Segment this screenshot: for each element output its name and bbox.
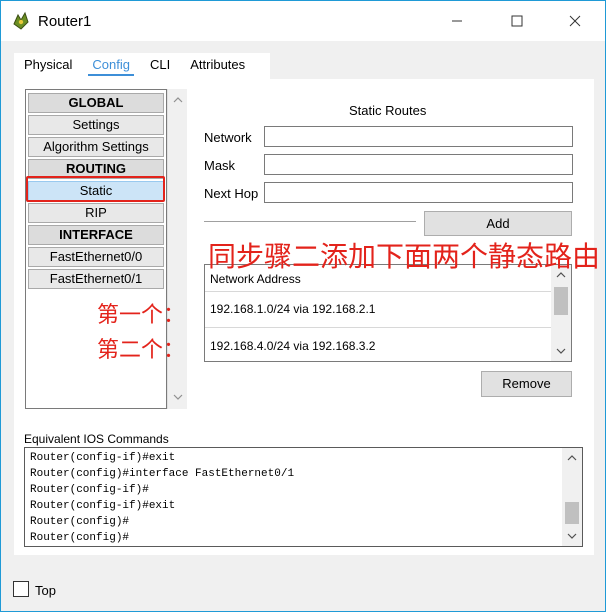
route-row-2[interactable]: 192.168.4.0/24 via 192.168.3.2 bbox=[210, 339, 375, 353]
nav-item-algorithm-settings[interactable]: Algorithm Settings bbox=[28, 137, 164, 157]
static-highlight-box bbox=[26, 176, 165, 202]
nav-item-settings[interactable]: Settings bbox=[28, 115, 164, 135]
tab-attributes[interactable]: Attributes bbox=[180, 53, 255, 79]
ios-line: Router(config)# bbox=[30, 532, 130, 544]
router-app-icon bbox=[13, 11, 29, 30]
nav-item-fastethernet0-1[interactable]: FastEthernet0/1 bbox=[28, 269, 164, 289]
nav-item-fastethernet0-0[interactable]: FastEthernet0/0 bbox=[28, 247, 164, 267]
top-checkbox-label: Top bbox=[35, 583, 56, 598]
ios-scrollbar[interactable] bbox=[562, 448, 582, 546]
ios-line: Router(config-if)#exit bbox=[30, 452, 176, 464]
scroll-up-icon[interactable] bbox=[567, 454, 577, 462]
scroll-thumb[interactable] bbox=[554, 287, 568, 315]
route-list-scrollbar[interactable] bbox=[551, 265, 571, 361]
ios-line: Router(config)#interface FastEthernet0/1 bbox=[30, 468, 295, 480]
add-button[interactable]: Add bbox=[424, 211, 572, 236]
tab-config[interactable]: Config bbox=[82, 53, 140, 79]
close-icon bbox=[569, 15, 581, 27]
network-label: Network bbox=[204, 130, 252, 145]
router-config-window: Router1 Physical Config CLI Attributes G… bbox=[0, 0, 606, 612]
nav-header-global: GLOBAL bbox=[28, 93, 164, 113]
ios-line: Router(config-if)# bbox=[30, 484, 149, 496]
ios-line: Router(config)# bbox=[30, 516, 130, 528]
mask-label: Mask bbox=[204, 158, 236, 173]
tab-physical[interactable]: Physical bbox=[14, 53, 82, 79]
network-address-list: Network Address 192.168.1.0/24 via 192.1… bbox=[204, 264, 572, 362]
minimize-button[interactable] bbox=[434, 1, 480, 41]
annotation-main: 同步骤二添加下面两个静态路由 bbox=[208, 240, 601, 273]
route-row-1[interactable]: 192.168.1.0/24 via 192.168.2.1 bbox=[210, 302, 375, 316]
ios-commands-label: Equivalent IOS Commands bbox=[24, 432, 169, 446]
annotation-second: 第二个： bbox=[97, 338, 186, 363]
tab-cli[interactable]: CLI bbox=[140, 53, 180, 79]
scroll-thumb[interactable] bbox=[565, 502, 579, 524]
nav-header-interface: INTERFACE bbox=[28, 225, 164, 245]
list-divider bbox=[205, 327, 551, 328]
static-routes-title: Static Routes bbox=[349, 103, 427, 118]
remove-button[interactable]: Remove bbox=[481, 371, 572, 397]
tab-bar: Physical Config CLI Attributes bbox=[14, 53, 270, 79]
title-bar: Router1 bbox=[1, 1, 605, 41]
nav-item-rip[interactable]: RIP bbox=[28, 203, 164, 223]
minimize-icon bbox=[452, 20, 462, 22]
scroll-down-icon[interactable] bbox=[567, 532, 577, 540]
close-button[interactable] bbox=[552, 1, 598, 41]
scroll-down-icon[interactable] bbox=[556, 347, 566, 355]
next-hop-input[interactable] bbox=[264, 182, 573, 203]
separator-line bbox=[204, 221, 416, 222]
top-checkbox[interactable] bbox=[13, 581, 29, 597]
window-title: Router1 bbox=[38, 13, 92, 30]
mask-input[interactable] bbox=[264, 154, 573, 175]
next-hop-label: Next Hop bbox=[204, 186, 259, 201]
ios-commands-console[interactable]: Router(config-if)#exit Router(config)#in… bbox=[24, 447, 583, 547]
maximize-icon bbox=[511, 15, 523, 27]
scroll-up-icon[interactable] bbox=[173, 96, 183, 104]
list-divider bbox=[205, 291, 551, 292]
ios-line: Router(config-if)#exit bbox=[30, 500, 176, 512]
annotation-first: 第一个： bbox=[97, 303, 186, 328]
scroll-down-icon[interactable] bbox=[173, 393, 183, 401]
network-input[interactable] bbox=[264, 126, 573, 147]
maximize-button[interactable] bbox=[494, 1, 540, 41]
